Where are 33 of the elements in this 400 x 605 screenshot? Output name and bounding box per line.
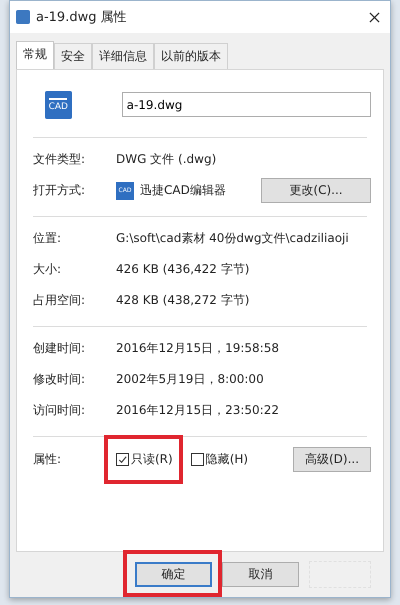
field-label: 占用空间: xyxy=(32,292,86,309)
checkbox[interactable]: 只读(R) xyxy=(116,450,173,468)
field-value: G:\soft\cad素材 40份dwg文件\cadziliaoji xyxy=(116,230,349,247)
field-value: 2002年5月19日，8:00:00 xyxy=(116,371,264,388)
field-value: 2016年12月15日，23:50:22 xyxy=(116,402,279,419)
field-value: 2016年12月15日，19:58:58 xyxy=(116,340,279,357)
field-label: 创建时间: xyxy=(32,340,86,357)
field-label: 属性: xyxy=(32,450,62,468)
advanced-button[interactable]: 高级(D)... xyxy=(293,446,371,472)
field-label: 修改时间: xyxy=(32,371,86,388)
cad-file-icon: CAD xyxy=(45,90,72,118)
tab[interactable]: 详细信息 xyxy=(92,43,154,69)
file-icon xyxy=(16,10,30,24)
field-label: 访问时间: xyxy=(32,402,86,419)
tab[interactable]: 常规 xyxy=(16,41,54,69)
field-value: 428 KB (438,272 字节) xyxy=(116,292,250,309)
field-label: 大小: xyxy=(32,261,62,278)
file-name-field[interactable]: a-19.dwg xyxy=(122,92,371,117)
close-icon[interactable] xyxy=(369,12,380,22)
field-value: DWG 文件 (.dwg) xyxy=(116,151,216,168)
ok-button[interactable]: 确定 xyxy=(135,562,212,587)
window-title: a-19.dwg 属性 xyxy=(36,9,128,26)
field-label: 位置: xyxy=(32,230,62,247)
tab[interactable]: 安全 xyxy=(54,43,92,69)
cancel-button[interactable]: 取消 xyxy=(222,562,299,587)
change-button[interactable]: 更改(C)... xyxy=(261,178,371,203)
field-value: 迅捷CAD编辑器 xyxy=(140,182,227,199)
field-value: 426 KB (436,422 字节) xyxy=(116,261,250,278)
tab[interactable]: 以前的版本 xyxy=(154,43,228,69)
checkbox[interactable]: 隐藏(H) xyxy=(190,450,248,468)
field-label: 打开方式: xyxy=(32,182,86,199)
field-label: 文件类型: xyxy=(32,151,86,168)
checkmark-icon xyxy=(117,454,128,464)
